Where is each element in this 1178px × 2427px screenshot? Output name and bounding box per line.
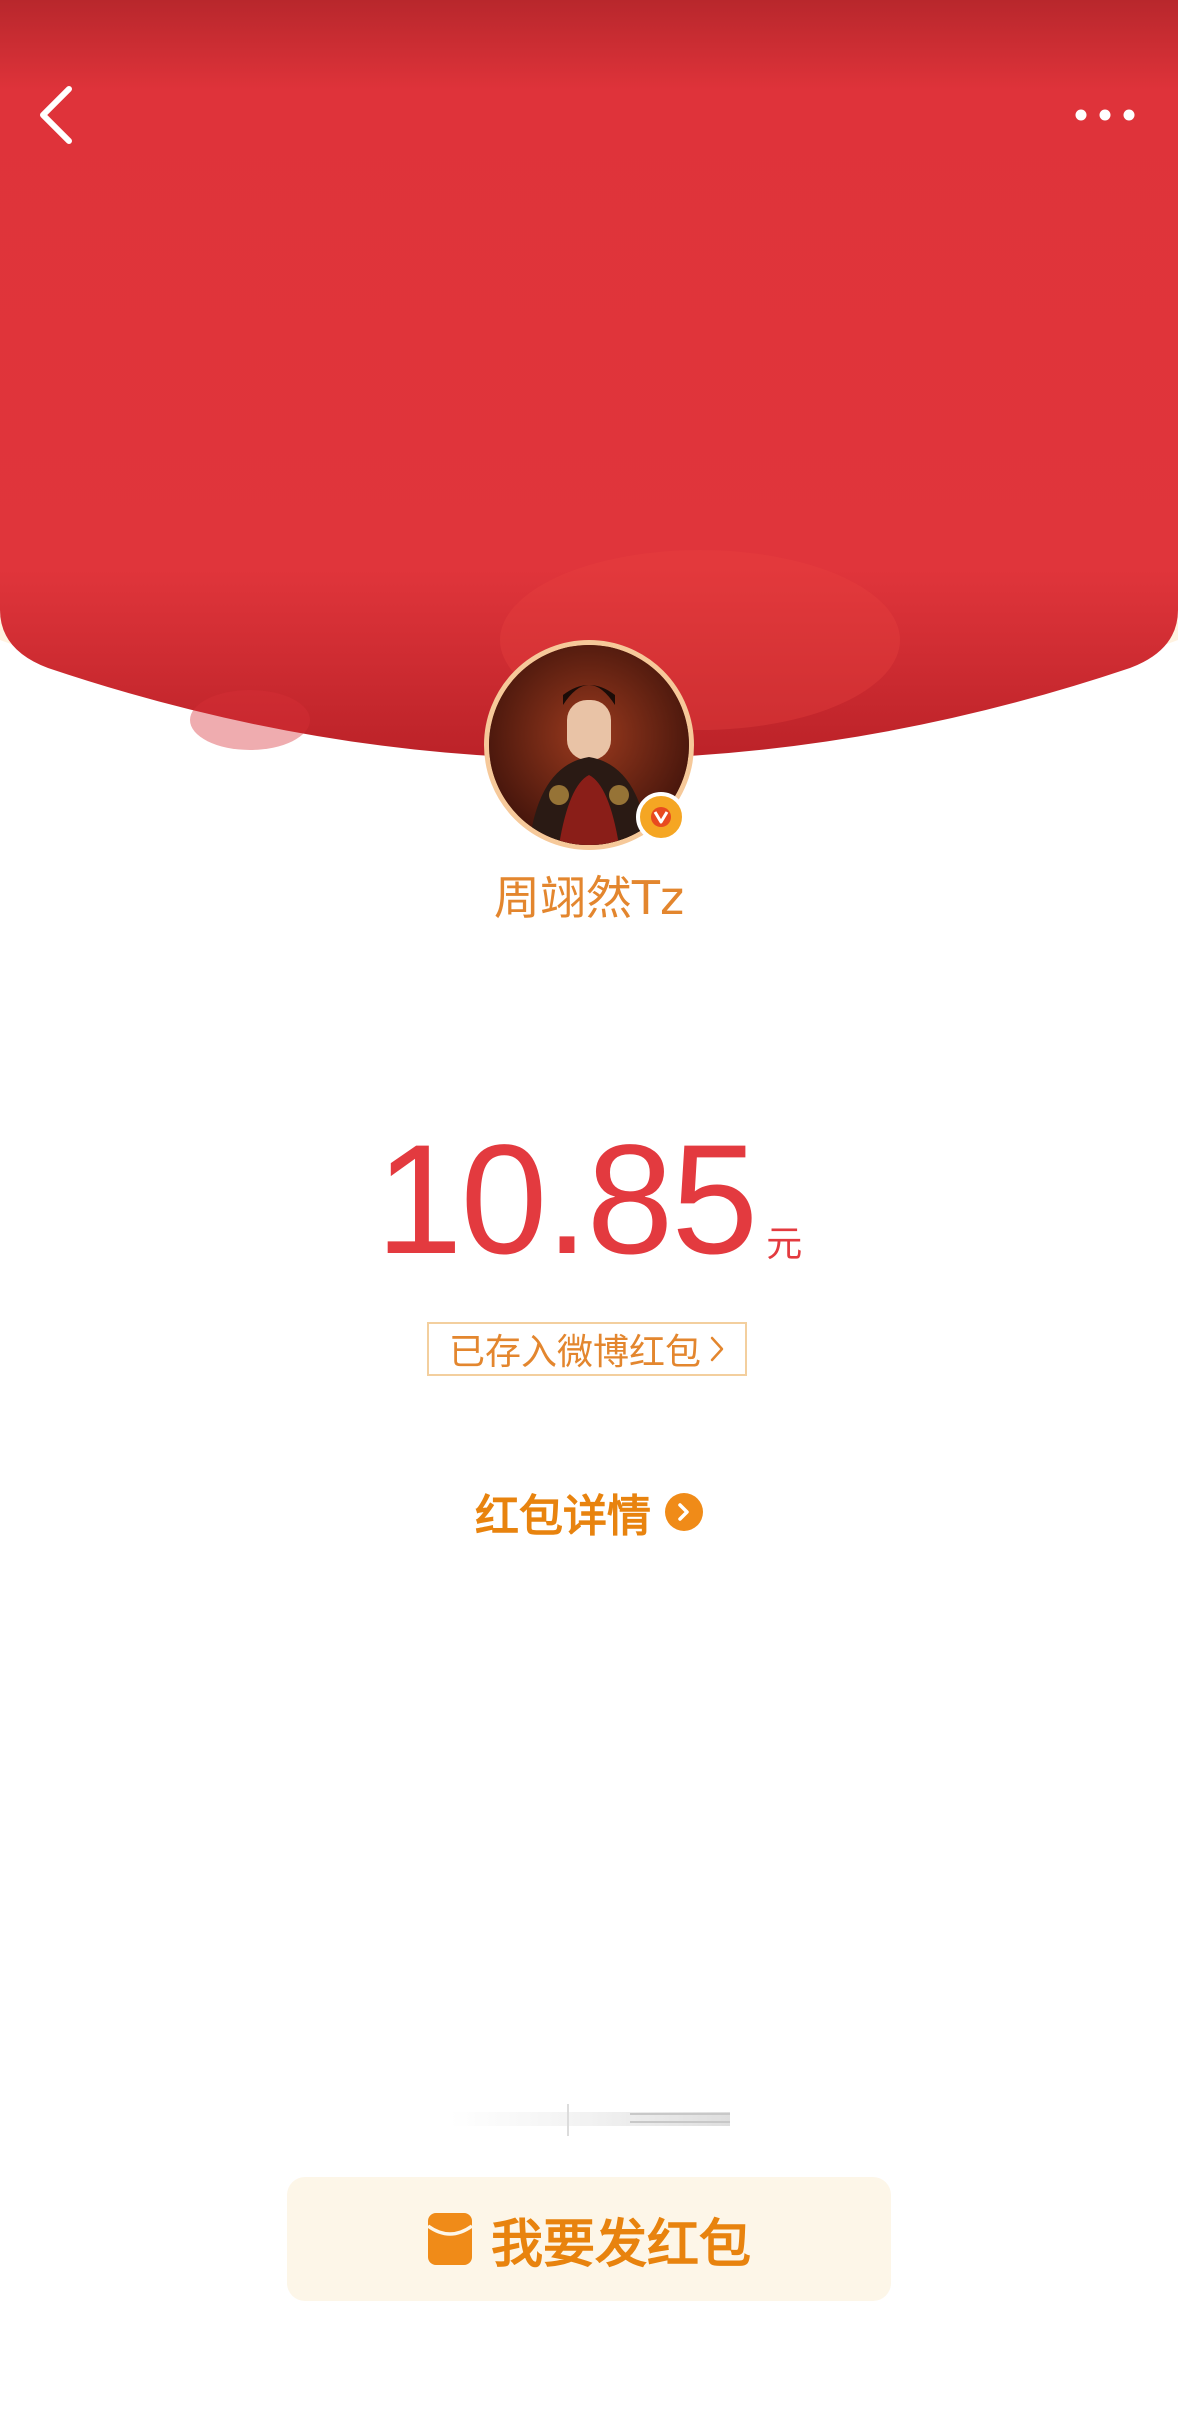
red-envelope-icon [426,2213,473,2265]
amount-value: 10.85 [375,1113,758,1287]
chevron-left-icon [40,86,72,144]
saved-to-wallet-label: 已存入微博红包 [448,1332,701,1373]
verified-v-icon [651,807,671,827]
chevron-right-icon [709,1335,725,1363]
faded-logo-mark [450,2104,730,2136]
verified-badge [636,792,686,842]
back-button[interactable] [20,70,90,160]
more-dots-icon [1075,109,1135,121]
sender-avatar-container[interactable] [484,640,694,850]
details-label: 红包详情 [475,1491,651,1542]
red-envelope-result-page: 周翊然Tz 10.85 元 已存入微博红包 红包详情 我要发红包 [0,0,1178,2427]
amount-unit: 元 [766,1224,803,1265]
more-options-button[interactable] [1060,80,1150,150]
red-envelope-details-link[interactable]: 红包详情 [0,1480,1178,1544]
saved-to-wallet-link[interactable]: 已存入微博红包 [427,1322,747,1376]
arrow-right-circle-icon [665,1493,703,1531]
send-red-envelope-label: 我要发红包 [490,2214,751,2275]
send-red-envelope-button[interactable]: 我要发红包 [287,2177,891,2301]
amount-display: 10.85 元 [0,1115,1178,1285]
sender-name[interactable]: 周翊然Tz [0,862,1178,928]
